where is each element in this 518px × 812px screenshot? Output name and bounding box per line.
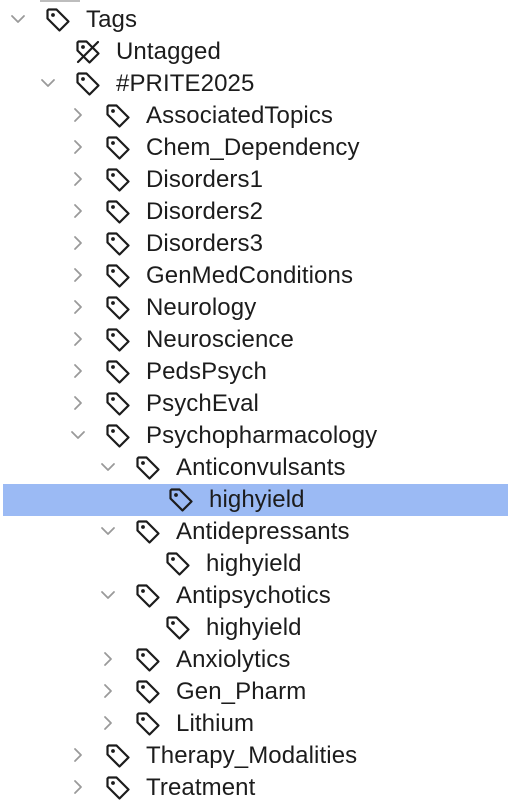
chevron-right-icon[interactable]: [70, 395, 86, 411]
tag-icon: [104, 134, 132, 162]
tag-icon: [104, 422, 132, 450]
chevron-right-icon[interactable]: [70, 171, 86, 187]
untagged-icon: [74, 38, 102, 66]
tree-row-label: Disorders1: [146, 166, 264, 193]
tree-row[interactable]: GenMedConditions: [0, 260, 510, 292]
tree-row-label: Neuroscience: [146, 326, 294, 353]
tree-row[interactable]: highyield: [0, 548, 510, 580]
tree-row-label: Neurology: [146, 294, 257, 321]
tree-row-label: AssociatedTopics: [146, 102, 334, 129]
tag-icon: [104, 198, 132, 226]
tree-row[interactable]: Neuroscience: [0, 324, 510, 356]
tree-row-label: highyield: [209, 486, 305, 513]
tag-tree: Tags Untagged #PRITE2025 AssociatedTopics Ch…: [0, 0, 518, 812]
tree-row[interactable]: Gen_Pharm: [0, 676, 510, 708]
tree-row[interactable]: Lithium: [0, 708, 510, 740]
tree-row[interactable]: #PRITE2025: [0, 68, 510, 100]
tag-icon: [167, 486, 195, 514]
tree-row[interactable]: AssociatedTopics: [0, 100, 510, 132]
chevron-down-icon[interactable]: [10, 11, 26, 27]
tag-icon: [134, 582, 162, 610]
tag-icon: [104, 742, 132, 770]
chevron-right-icon[interactable]: [70, 235, 86, 251]
tree-row-label: Tags: [86, 6, 138, 33]
chevron-right-icon[interactable]: [100, 715, 116, 731]
chevron-right-icon[interactable]: [70, 747, 86, 763]
chevron-right-icon[interactable]: [70, 331, 86, 347]
tag-icon: [104, 358, 132, 386]
tree-row-label: Disorders3: [146, 230, 264, 257]
tree-row-label: Therapy_Modalities: [146, 742, 358, 769]
tree-row-label: #PRITE2025: [116, 70, 255, 97]
chevron-down-icon[interactable]: [70, 427, 86, 443]
chevron-right-icon[interactable]: [70, 299, 86, 315]
tree-row[interactable]: Psychopharmacology: [0, 420, 510, 452]
chevron-right-icon[interactable]: [70, 267, 86, 283]
tree-row-label: highyield: [206, 550, 302, 577]
tree-row-label: Anxiolytics: [176, 646, 291, 673]
chevron-right-icon[interactable]: [100, 683, 116, 699]
tree-row-label: Anticonvulsants: [176, 454, 346, 481]
chevron-right-icon[interactable]: [70, 363, 86, 379]
tree-row-label: Disorders2: [146, 198, 264, 225]
tag-icon: [134, 678, 162, 706]
tree-row-label: Chem_Dependency: [146, 134, 360, 161]
tree-row[interactable]: Treatment: [0, 772, 510, 804]
clipped-previous-row: [40, 0, 80, 3]
chevron-right-icon[interactable]: [100, 651, 116, 667]
tag-icon: [104, 230, 132, 258]
tag-icon: [134, 454, 162, 482]
tree-row[interactable]: PsychEval: [0, 388, 510, 420]
chevron-down-icon[interactable]: [100, 523, 116, 539]
chevron-right-icon[interactable]: [70, 203, 86, 219]
tag-icon: [134, 646, 162, 674]
tree-row[interactable]: Antipsychotics: [0, 580, 510, 612]
tag-icon: [104, 326, 132, 354]
chevron-right-icon[interactable]: [70, 139, 86, 155]
tree-row[interactable]: PedsPsych: [0, 356, 510, 388]
tree-row[interactable]: Tags: [0, 4, 510, 36]
tag-icon: [74, 70, 102, 98]
chevron-right-icon[interactable]: [70, 779, 86, 795]
chevron-down-icon[interactable]: [40, 75, 56, 91]
tree-row[interactable]: Disorders1: [0, 164, 510, 196]
tree-row[interactable]: Disorders3: [0, 228, 510, 260]
tree-row[interactable]: Chem_Dependency: [0, 132, 510, 164]
tag-icon: [104, 294, 132, 322]
tree-row-label: Treatment: [146, 774, 256, 801]
tree-row-label: Antipsychotics: [176, 582, 331, 609]
tag-icon: [104, 262, 132, 290]
chevron-down-icon[interactable]: [100, 587, 116, 603]
tree-row[interactable]: Untagged: [0, 36, 510, 68]
tree-row[interactable]: Therapy_Modalities: [0, 740, 510, 772]
tree-row[interactable]: Antidepressants: [0, 516, 510, 548]
chevron-down-icon[interactable]: [100, 459, 116, 475]
tag-icon: [104, 166, 132, 194]
tag-icon: [134, 518, 162, 546]
tree-row-label: GenMedConditions: [146, 262, 354, 289]
tree-row-label: Psychopharmacology: [146, 422, 378, 449]
chevron-right-icon[interactable]: [70, 107, 86, 123]
tag-icon: [164, 550, 192, 578]
tag-icon: [134, 710, 162, 738]
tree-row[interactable]: Anticonvulsants: [0, 452, 510, 484]
tree-row-label: highyield: [206, 614, 302, 641]
tree-row-label: PsychEval: [146, 390, 259, 417]
tag-icon: [104, 774, 132, 802]
tree-row[interactable]: Disorders2: [0, 196, 510, 228]
tree-row-label: Antidepressants: [176, 518, 350, 545]
tree-row-selected[interactable]: highyield: [3, 484, 508, 516]
tag-icon: [164, 614, 192, 642]
tag-icon: [104, 102, 132, 130]
tag-icon: [44, 6, 72, 34]
tag-icon: [104, 390, 132, 418]
tree-row-label: Lithium: [176, 710, 255, 737]
tree-row-label: Untagged: [116, 38, 221, 65]
tree-row[interactable]: Anxiolytics: [0, 644, 510, 676]
tree-row-label: Gen_Pharm: [176, 678, 307, 705]
tree-row[interactable]: Neurology: [0, 292, 510, 324]
tree-row-label: PedsPsych: [146, 358, 267, 385]
tree-row[interactable]: highyield: [0, 612, 510, 644]
